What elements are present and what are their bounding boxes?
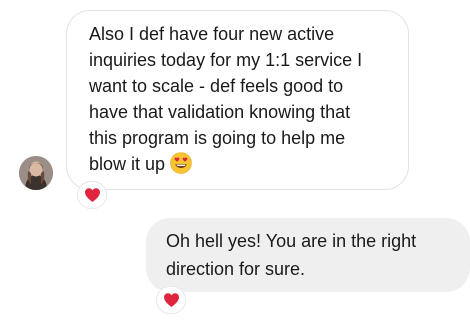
message-line: blow it up [89, 154, 166, 174]
message-line: have that validation knowing that [89, 102, 351, 122]
message-line: Also I def have four new active [89, 24, 335, 44]
message-line: inquiries today for my 1:1 service I [89, 50, 363, 70]
incoming-message-bubble[interactable]: Also I def have four new active inquirie… [66, 10, 409, 190]
red-heart-icon [84, 188, 100, 202]
red-heart-icon [163, 293, 179, 307]
message-last-line: blow it up [89, 151, 390, 177]
message-line: direction for sure. [166, 259, 306, 279]
message-line: this program is going to help me [89, 128, 346, 148]
sender-avatar[interactable] [19, 156, 53, 190]
outgoing-message-bubble[interactable]: Oh hell yes! You are in the right direct… [146, 218, 470, 292]
message-line: Oh hell yes! You are in the right [166, 231, 417, 251]
profile-photo [19, 156, 53, 190]
heart-eyes-emoji-icon [170, 152, 192, 174]
incoming-reaction-badge[interactable] [77, 181, 107, 209]
message-line: want to scale - def feels good to [89, 76, 344, 96]
outgoing-reaction-badge[interactable] [156, 286, 186, 314]
